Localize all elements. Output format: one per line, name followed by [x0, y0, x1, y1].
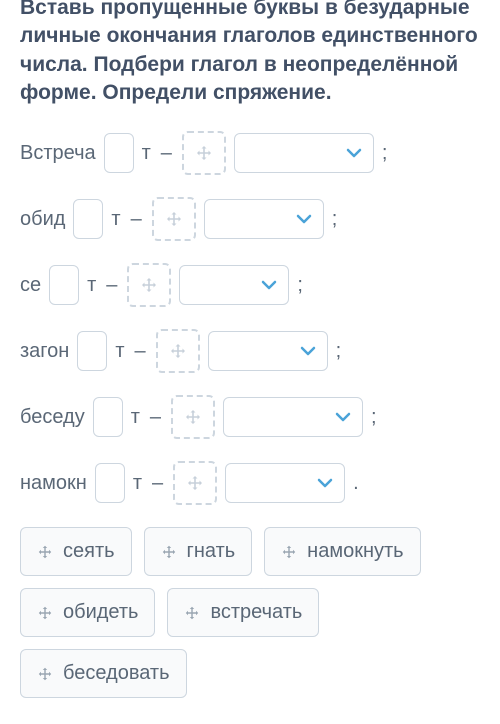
bank-item-label: встречать: [210, 601, 302, 624]
word-suffix: т: [131, 406, 140, 429]
move-icon: [281, 544, 297, 560]
chevron-down-icon: [334, 408, 352, 426]
row-punct: ;: [382, 142, 388, 165]
exercise-row: намокн т–.: [20, 461, 480, 505]
letter-input[interactable]: [104, 133, 134, 173]
word-prefix: загон: [20, 340, 69, 363]
exercise-rows: Встречат–;обидт–;сет–;загонт–;беседут–;н…: [20, 131, 480, 505]
drop-target[interactable]: [182, 131, 226, 175]
instructions-text: Вставь пропущенные буквы в безударные ли…: [20, 0, 480, 107]
bank-item[interactable]: обидеть: [20, 588, 155, 637]
move-icon: [184, 605, 200, 621]
word-suffix: т: [133, 472, 142, 495]
move-icon: [184, 408, 202, 426]
row-punct: ;: [336, 340, 342, 363]
drop-target[interactable]: [156, 329, 200, 373]
word-suffix: т: [87, 274, 96, 297]
word-suffix: т: [142, 142, 151, 165]
conjugation-select[interactable]: [225, 463, 345, 503]
conjugation-select[interactable]: [179, 265, 289, 305]
drop-target[interactable]: [171, 395, 215, 439]
bank-item[interactable]: встречать: [167, 588, 319, 637]
bank-item[interactable]: намокнуть: [264, 527, 420, 576]
letter-input[interactable]: [73, 199, 103, 239]
move-icon: [140, 276, 158, 294]
move-icon: [161, 544, 177, 560]
row-punct: .: [353, 472, 359, 495]
exercise-row: се т–;: [20, 263, 480, 307]
move-icon: [37, 605, 53, 621]
conjugation-select[interactable]: [234, 133, 374, 173]
word-bank: сеять гнать намокнуть обидеть встречать бесед…: [20, 527, 480, 698]
move-icon: [165, 210, 183, 228]
word-suffix: т: [111, 208, 120, 231]
drop-target[interactable]: [127, 263, 171, 307]
dash: –: [152, 472, 163, 495]
bank-item-label: гнать: [187, 540, 236, 563]
conjugation-select[interactable]: [223, 397, 363, 437]
dash: –: [150, 406, 161, 429]
letter-input[interactable]: [95, 463, 125, 503]
drop-target[interactable]: [152, 197, 196, 241]
bank-item[interactable]: беседовать: [20, 649, 187, 698]
move-icon: [195, 144, 213, 162]
dash: –: [131, 208, 142, 231]
move-icon: [186, 474, 204, 492]
row-punct: ;: [371, 406, 377, 429]
bank-item-label: беседовать: [63, 662, 170, 685]
exercise-row: загон т–;: [20, 329, 480, 373]
word-prefix: намокн: [20, 472, 87, 495]
letter-input[interactable]: [93, 397, 123, 437]
dash: –: [161, 142, 172, 165]
chevron-down-icon: [316, 474, 334, 492]
conjugation-select[interactable]: [208, 331, 328, 371]
word-prefix: беседу: [20, 406, 85, 429]
drop-target[interactable]: [173, 461, 217, 505]
row-punct: ;: [297, 274, 303, 297]
word-prefix: обид: [20, 208, 65, 231]
dash: –: [106, 274, 117, 297]
word-prefix: се: [20, 274, 41, 297]
chevron-down-icon: [345, 144, 363, 162]
chevron-down-icon: [260, 276, 278, 294]
chevron-down-icon: [299, 342, 317, 360]
conjugation-select[interactable]: [204, 199, 324, 239]
letter-input[interactable]: [77, 331, 107, 371]
move-icon: [37, 544, 53, 560]
move-icon: [37, 666, 53, 682]
bank-item-label: намокнуть: [307, 540, 403, 563]
exercise-row: Встреча т–;: [20, 131, 480, 175]
exercise-row: беседу т–;: [20, 395, 480, 439]
exercise-row: обид т–;: [20, 197, 480, 241]
row-punct: ;: [332, 208, 338, 231]
word-prefix: Встреча: [20, 142, 96, 165]
bank-item-label: обидеть: [63, 601, 138, 624]
bank-item[interactable]: сеять: [20, 527, 132, 576]
letter-input[interactable]: [49, 265, 79, 305]
move-icon: [169, 342, 187, 360]
bank-item-label: сеять: [63, 540, 115, 563]
bank-item[interactable]: гнать: [144, 527, 253, 576]
word-suffix: т: [115, 340, 124, 363]
dash: –: [135, 340, 146, 363]
chevron-down-icon: [295, 210, 313, 228]
